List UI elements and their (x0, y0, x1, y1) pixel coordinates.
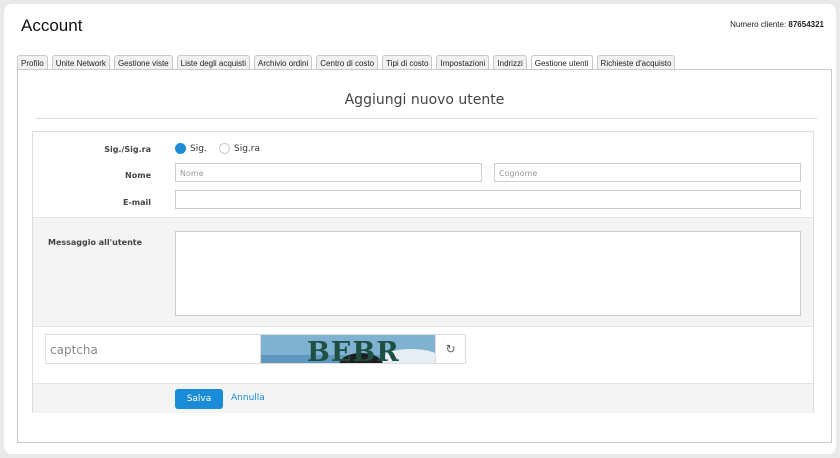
tab-gestione-utenti[interactable]: Gestione utenti (530, 55, 593, 70)
tab-gestione-viste[interactable]: Gestione viste (113, 55, 173, 70)
message-textarea[interactable] (175, 231, 801, 316)
salutation-option-sigra-label: Sig.ra (234, 143, 261, 154)
cancel-link[interactable]: Annulla (231, 393, 265, 403)
tab-unite-network[interactable]: Unite Network (51, 55, 110, 70)
form-heading: Aggiungi nuovo utente (344, 92, 505, 108)
tab-panel: Aggiungi nuovo utente Sig./Sig.ra Sig. S… (17, 69, 832, 443)
captcha-refresh-button[interactable]: ↻ (435, 334, 466, 364)
message-label: Messaggio all'utente (48, 238, 143, 247)
customer-number: Numero cliente: 87654321 (730, 20, 824, 29)
tab-profilo[interactable]: Profilo (17, 55, 48, 70)
add-user-form: Sig./Sig.ra Sig. Sig.ra Nome Nome Cognom… (32, 131, 814, 413)
tab-indrizzi[interactable]: Indrizzi (493, 55, 527, 70)
salutation-option-sig[interactable]: Sig. (175, 143, 207, 154)
app-window: Account Numero cliente: 87654321 Profilo… (4, 4, 836, 454)
message-section: Messaggio all'utente (33, 217, 813, 327)
captcha-input[interactable]: captcha (45, 334, 261, 364)
tab-liste-acquisti[interactable]: Liste degli acquisti (176, 55, 251, 70)
captcha-section: captcha BEBR ↻ (33, 327, 813, 383)
captcha-text: BEBR (307, 337, 400, 364)
tab-tipi-di-costo[interactable]: Tipi di costo (382, 55, 433, 70)
name-label: Nome (125, 171, 151, 180)
tab-archivio-ordini[interactable]: Archivio ordini (254, 55, 313, 70)
tab-centro-di-costo[interactable]: Centro di costo (316, 55, 379, 70)
last-name-input[interactable]: Cognome (494, 163, 801, 182)
page-title: Account (21, 16, 83, 35)
tab-impostazioni[interactable]: Impostazioni (436, 55, 490, 70)
email-label: E-mail (122, 198, 151, 207)
radio-unchecked-icon[interactable] (219, 143, 230, 154)
save-button[interactable]: Salva (175, 389, 223, 409)
account-tabs: Profilo Unite Network Gestione viste Lis… (17, 55, 676, 70)
radio-checked-icon[interactable] (175, 143, 186, 154)
form-actions: Salva Annulla (33, 383, 813, 413)
customer-number-label: Numero cliente: (730, 20, 787, 29)
tab-richieste-acquisto[interactable]: Richieste d'acquisto (596, 55, 676, 70)
salutation-option-sig-label: Sig. (190, 143, 207, 154)
first-name-input[interactable]: Nome (175, 163, 482, 182)
heading-divider (36, 118, 817, 119)
identity-section: Sig./Sig.ra Sig. Sig.ra Nome Nome Cognom… (33, 132, 813, 217)
refresh-icon: ↻ (445, 342, 456, 356)
salutation-option-sigra[interactable]: Sig.ra (219, 143, 260, 154)
email-input[interactable] (175, 190, 801, 209)
salutation-label: Sig./Sig.ra (104, 145, 151, 154)
captcha-graphic: BEBR (261, 335, 435, 364)
captcha-image: BEBR (261, 334, 435, 364)
customer-number-value: 87654321 (788, 20, 824, 29)
